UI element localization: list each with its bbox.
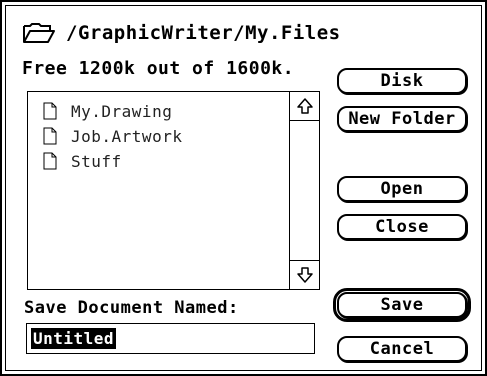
scrollbar[interactable] bbox=[289, 92, 319, 289]
document-icon bbox=[43, 152, 57, 170]
file-name: Stuff bbox=[71, 151, 122, 171]
current-path: /GraphicWriter/My.Files bbox=[66, 22, 341, 44]
file-name: Job.Artwork bbox=[71, 126, 183, 146]
scroll-down-button[interactable] bbox=[290, 260, 319, 289]
path-selector[interactable]: /GraphicWriter/My.Files bbox=[22, 20, 341, 46]
list-item[interactable]: Job.Artwork bbox=[43, 125, 182, 147]
close-button[interactable]: Close bbox=[337, 214, 467, 240]
document-name-value: Untitled bbox=[31, 328, 117, 349]
open-folder-icon bbox=[23, 23, 55, 43]
new-folder-button[interactable]: New Folder bbox=[337, 106, 467, 132]
arrow-up-icon bbox=[296, 98, 313, 114]
open-button[interactable]: Open bbox=[337, 176, 467, 202]
file-name: My.Drawing bbox=[71, 101, 173, 121]
scroll-up-button[interactable] bbox=[290, 92, 319, 121]
list-item[interactable]: Stuff bbox=[43, 150, 122, 172]
save-dialog: /GraphicWriter/My.Files Free 1200k out o… bbox=[0, 0, 487, 376]
save-document-label: Save Document Named: bbox=[24, 298, 239, 318]
arrow-down-icon bbox=[296, 267, 313, 283]
save-button[interactable]: Save bbox=[337, 292, 467, 318]
file-items: My.Drawing Job.Artwork Stuff bbox=[28, 92, 288, 289]
document-icon bbox=[43, 127, 57, 145]
document-icon bbox=[43, 102, 57, 120]
cancel-button[interactable]: Cancel bbox=[337, 336, 467, 362]
disk-button[interactable]: Disk bbox=[337, 68, 467, 94]
document-name-input[interactable]: Untitled bbox=[26, 323, 315, 354]
file-list[interactable]: My.Drawing Job.Artwork Stuff bbox=[27, 91, 320, 290]
list-item[interactable]: My.Drawing bbox=[43, 100, 172, 122]
free-space-text: Free 1200k out of 1600k. bbox=[22, 58, 295, 79]
